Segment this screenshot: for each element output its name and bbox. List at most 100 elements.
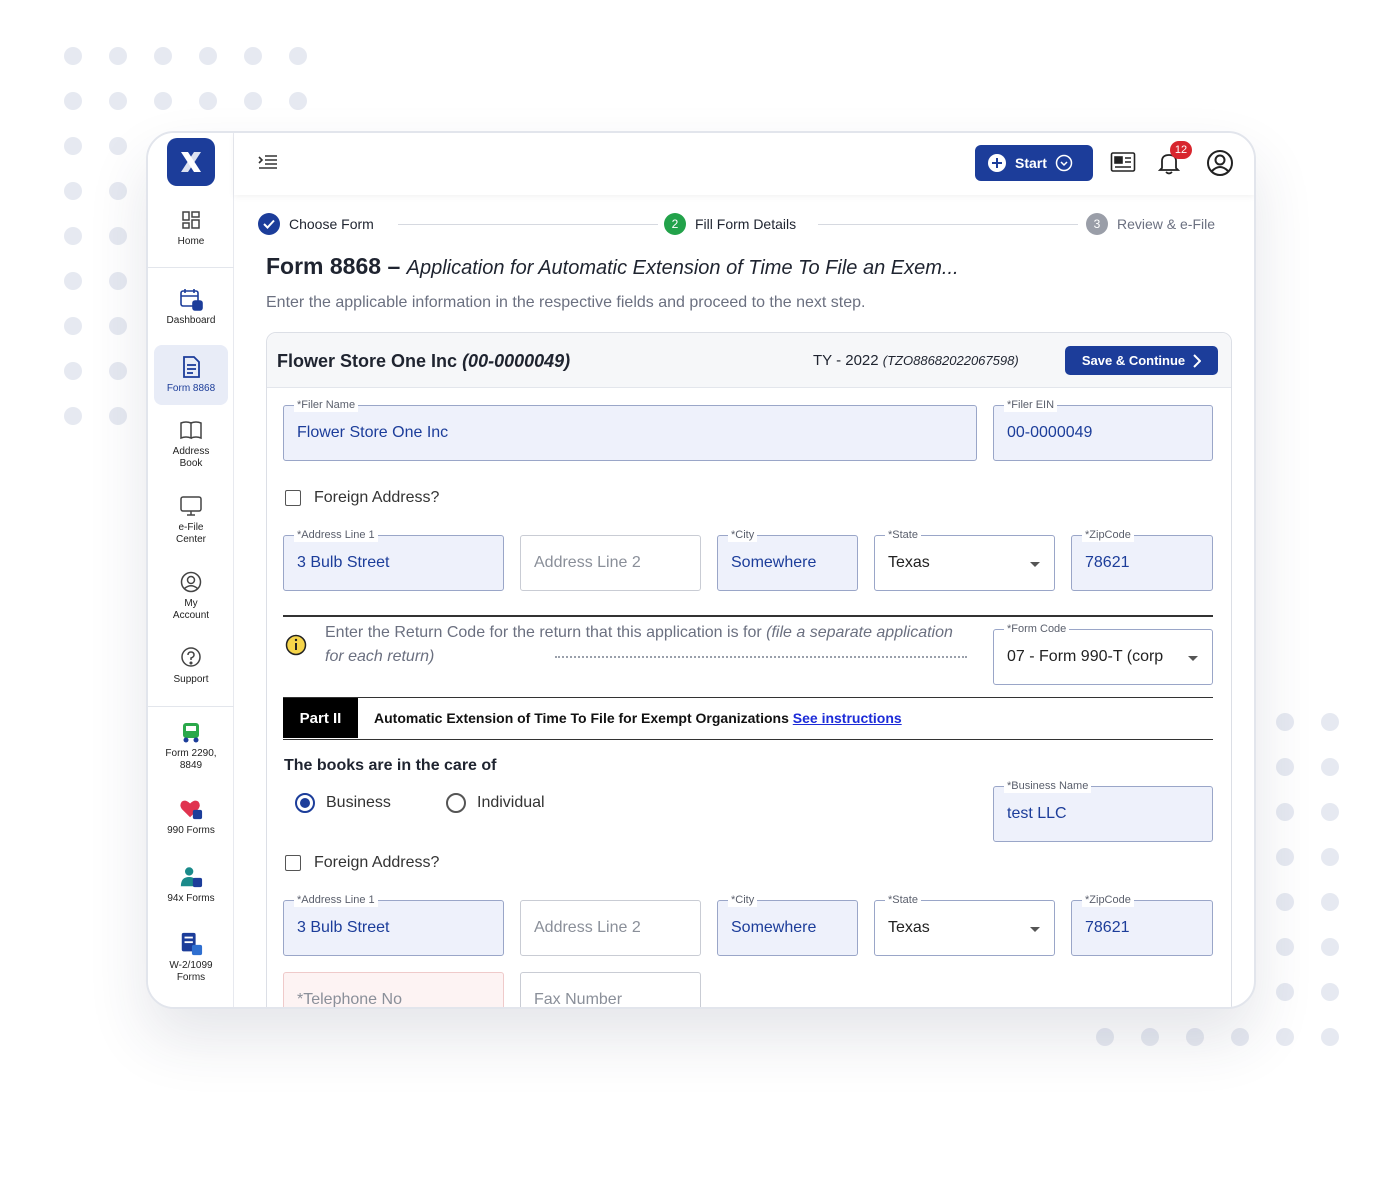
- start-button[interactable]: Start: [975, 145, 1093, 181]
- form-document-icon: [179, 932, 203, 956]
- menu-toggle-icon[interactable]: [258, 154, 278, 175]
- field-label: *Filer EIN: [1004, 398, 1058, 412]
- filer-state-select[interactable]: *State Texas: [874, 528, 1055, 591]
- app-window: Home Dashboard Form 8868 Address Book e-…: [146, 131, 1256, 1009]
- page-title: Form 8868 – Application for Automatic Ex…: [266, 253, 1036, 280]
- sidebar-item-label: Account: [172, 610, 210, 621]
- filer-zipcode-field[interactable]: *ZipCode 78621: [1071, 528, 1213, 591]
- sidebar-item-support[interactable]: Support: [154, 646, 228, 692]
- sidebar-item-efile-center[interactable]: e-File Center: [154, 494, 228, 550]
- checkbox-box: [285, 490, 301, 506]
- form-card: Flower Store One Inc (00-0000049) TY - 2…: [266, 332, 1232, 1008]
- step-number: 2: [664, 213, 686, 235]
- id-card-icon[interactable]: [1110, 151, 1136, 178]
- books-address-line1-field[interactable]: *Address Line 1 3 Bulb Street: [283, 893, 504, 956]
- sidebar-item-dashboard[interactable]: Dashboard: [154, 287, 228, 335]
- field-label: *Address Line 1: [294, 528, 378, 542]
- field-label: *ZipCode: [1082, 528, 1134, 542]
- chevron-right-icon: [1193, 353, 1202, 368]
- field-value: test LLC: [1007, 805, 1067, 822]
- fax-field[interactable]: Fax Number: [520, 972, 701, 1008]
- step-label: Review & e-File: [1117, 216, 1216, 232]
- org-ein-text: (00-0000049): [462, 351, 571, 371]
- filer-address-line1-field[interactable]: *Address Line 1 3 Bulb Street: [283, 528, 504, 591]
- radio-circle: [295, 793, 315, 813]
- progress-stepper: Choose Form 2 Fill Form Details 3 Review…: [258, 213, 1226, 237]
- notification-badge: 12: [1170, 141, 1192, 159]
- step-fill-form-details[interactable]: 2 Fill Form Details: [664, 213, 807, 235]
- step-number: 3: [1086, 213, 1108, 235]
- field-label: *City: [728, 528, 758, 542]
- field-placeholder: Address Line 2: [534, 919, 641, 936]
- business-name-field[interactable]: *Business Name test LLC: [993, 779, 1213, 842]
- radio-business[interactable]: Business: [295, 793, 391, 813]
- filer-name-field[interactable]: *Filer Name Flower Store One Inc: [283, 398, 977, 461]
- filer-city-field[interactable]: *City Somewhere: [717, 528, 858, 591]
- step-choose-form[interactable]: Choose Form: [258, 213, 384, 235]
- part-ii-title-text: Automatic Extension of Time To File for …: [374, 710, 789, 726]
- app-logo[interactable]: [167, 138, 215, 186]
- sidebar-item-label: Form 2290,: [165, 748, 217, 759]
- field-value: 3 Bulb Street: [297, 919, 390, 936]
- telephone-field[interactable]: *Telephone No: [283, 972, 504, 1007]
- save-continue-button[interactable]: Save & Continue: [1065, 346, 1218, 375]
- sidebar: Home Dashboard Form 8868 Address Book e-…: [148, 133, 234, 1007]
- caret-down-icon: [1030, 562, 1040, 567]
- sidebar-item-w2-1099-forms[interactable]: W-2/1099 Forms: [154, 932, 228, 988]
- filer-ein-field[interactable]: *Filer EIN 00-0000049: [993, 398, 1213, 461]
- sidebar-item-form-2290[interactable]: Form 2290, 8849: [154, 720, 228, 776]
- field-value: Texas: [888, 919, 930, 936]
- user-circle-icon: [179, 570, 203, 594]
- field-label: *Address Line 1: [294, 893, 378, 907]
- sidebar-item-my-account[interactable]: My Account: [154, 570, 228, 626]
- page-subtitle: Enter the applicable information in the …: [266, 294, 866, 311]
- radio-individual[interactable]: Individual: [446, 793, 545, 813]
- sidebar-item-label: My: [184, 598, 198, 609]
- sidebar-item-94x-forms[interactable]: 94x Forms: [154, 865, 228, 911]
- books-care-heading: The books are in the care of: [284, 757, 497, 774]
- person-icon: [179, 865, 203, 889]
- checkbox-label: Foreign Address?: [314, 854, 440, 871]
- check-icon: [258, 213, 280, 235]
- books-state-select[interactable]: *State Texas: [874, 893, 1055, 956]
- field-label: *Business Name: [1004, 779, 1092, 793]
- checkbox-box: [285, 855, 301, 871]
- see-instructions-link[interactable]: See instructions: [793, 710, 902, 726]
- logo-icon: [181, 152, 201, 172]
- sidebar-item-form-8868[interactable]: Form 8868: [154, 345, 228, 405]
- sidebar-item-home[interactable]: Home: [154, 208, 228, 256]
- field-value: Somewhere: [731, 554, 817, 571]
- books-zipcode-field[interactable]: *ZipCode 78621: [1071, 893, 1213, 956]
- radio-label: Individual: [477, 794, 545, 811]
- field-value: 78621: [1085, 919, 1130, 936]
- sidebar-item-label: Support: [173, 674, 209, 685]
- info-icon: [285, 634, 307, 661]
- books-address-line2-field[interactable]: Address Line 2: [520, 900, 701, 956]
- tax-year-label: TY - 2022: [813, 352, 879, 369]
- org-name-text: Flower Store One Inc: [277, 351, 458, 371]
- field-label: *State: [885, 893, 921, 907]
- field-label: *Filer Name: [294, 398, 359, 412]
- form-code-select[interactable]: *Form Code 07 - Form 990-T (corp: [993, 622, 1213, 685]
- tax-year-code: (TZO88682022067598): [882, 353, 1019, 368]
- filer-foreign-address-checkbox[interactable]: Foreign Address?: [285, 489, 439, 507]
- monitor-icon: [179, 494, 203, 518]
- form-number: Form 8868 –: [266, 253, 401, 279]
- step-review-efile[interactable]: 3 Review & e-File: [1086, 213, 1216, 235]
- divider: [283, 615, 1213, 617]
- sidebar-item-label: W-2/1099: [169, 960, 213, 971]
- sidebar-item-address-book[interactable]: Address Book: [154, 418, 228, 474]
- dotted-leader: [555, 656, 967, 658]
- part-ii-title: Automatic Extension of Time To File for …: [374, 710, 902, 726]
- help-icon: [179, 646, 203, 670]
- books-city-field[interactable]: *City Somewhere: [717, 893, 858, 956]
- radio-circle: [446, 793, 466, 813]
- profile-icon[interactable]: [1206, 149, 1234, 182]
- filer-address-line2-field[interactable]: Address Line 2: [520, 535, 701, 591]
- sidebar-item-990-forms[interactable]: 990 Forms: [154, 797, 228, 843]
- sidebar-item-label: e-File: [178, 522, 204, 533]
- stepper-line: [818, 224, 1078, 225]
- field-placeholder: Fax Number: [534, 991, 623, 1008]
- books-foreign-address-checkbox[interactable]: Foreign Address?: [285, 854, 439, 872]
- field-value: 00-0000049: [1007, 424, 1093, 441]
